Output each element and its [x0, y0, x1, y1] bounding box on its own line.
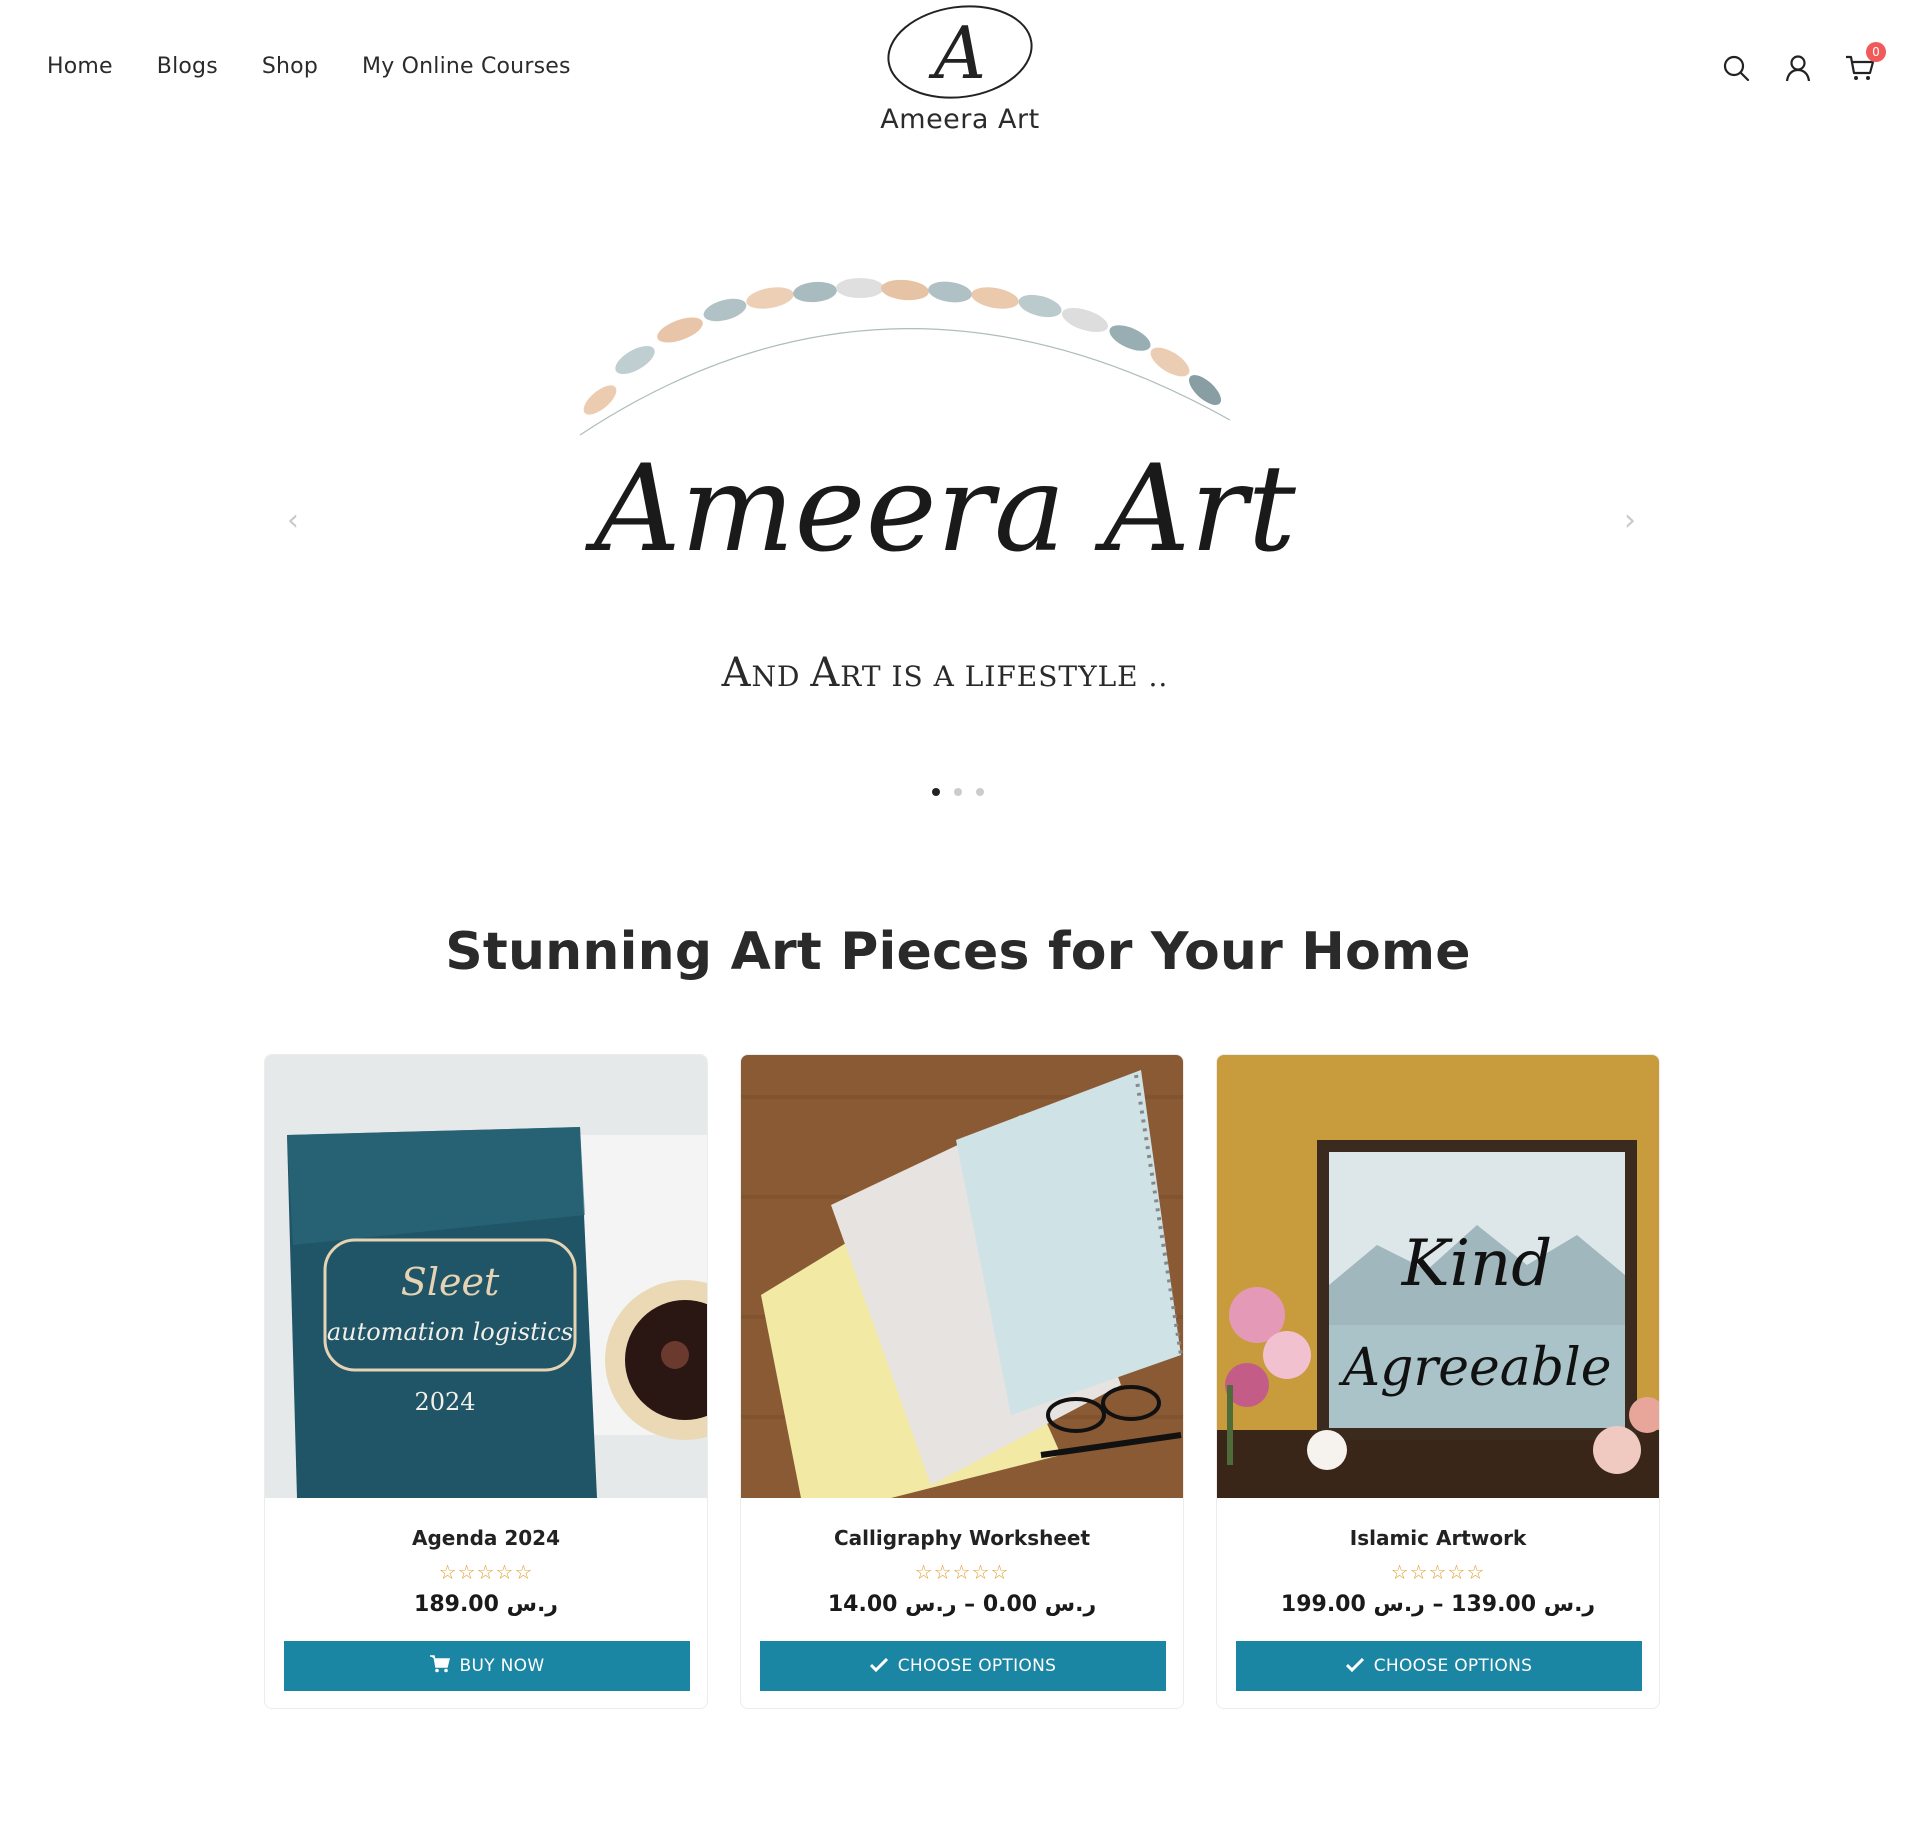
nav-shop[interactable]: Shop — [262, 54, 318, 79]
product-title[interactable]: Agenda 2024 — [265, 1526, 707, 1550]
nav-blogs[interactable]: Blogs — [157, 54, 218, 79]
product-card: Calligraphy Worksheet ☆☆☆☆☆ ر.س 0.00 – ر… — [740, 1054, 1184, 1709]
header-actions: 0 — [1720, 42, 1886, 84]
product-price: ر.س 189.00 — [414, 1592, 558, 1617]
svg-text:automation logistics: automation logistics — [327, 1318, 573, 1346]
hero-slider: ‹ › Ameera Art AND ART IS A LIFESTYLE .. — [0, 220, 1916, 820]
buy-now-button[interactable]: BUY NOW — [284, 1641, 690, 1691]
cart-count-badge: 0 — [1866, 42, 1886, 62]
nav-online-courses[interactable]: My Online Courses — [362, 54, 571, 79]
svg-text:Ameera Art: Ameera Art — [584, 440, 1297, 579]
choose-options-button[interactable]: CHOOSE OPTIONS — [1236, 1641, 1642, 1691]
product-image-agenda[interactable]: Sleet automation logistics 2024 — [265, 1055, 707, 1498]
slider-dot-2[interactable] — [954, 788, 962, 796]
user-icon[interactable] — [1782, 52, 1814, 84]
product-title[interactable]: Calligraphy Worksheet — [741, 1526, 1183, 1550]
slider-dots — [0, 788, 1916, 796]
check-icon — [869, 1656, 888, 1677]
logo-monogram-icon: A — [887, 5, 1033, 99]
hero-tagline: AND ART IS A LIFESTYLE .. — [721, 650, 1169, 696]
rating-stars: ☆☆☆☆☆ — [438, 1560, 534, 1584]
slider-prev-arrow[interactable]: ‹ — [275, 490, 311, 550]
choose-options-button[interactable]: CHOOSE OPTIONS — [760, 1641, 1166, 1691]
site-header: Home Blogs Shop My Online Courses A Amee… — [0, 0, 1916, 160]
floral-wreath-icon: Ameera Art — [579, 278, 1297, 579]
section-title: Stunning Art Pieces for Your Home — [445, 922, 1471, 982]
check-icon — [1345, 1656, 1364, 1677]
site-name: Ameera Art — [880, 104, 1040, 135]
hero-banner: Ameera Art AND ART IS A LIFESTYLE .. — [470, 250, 1420, 730]
svg-text:Kind: Kind — [1401, 1227, 1552, 1301]
rating-stars: ☆☆☆☆☆ — [1390, 1560, 1486, 1584]
slider-dot-1[interactable] — [932, 788, 940, 796]
site-logo[interactable]: A Ameera Art — [870, 0, 1050, 150]
product-title[interactable]: Islamic Artwork — [1217, 1526, 1659, 1550]
product-card: Sleet automation logistics 2024 Agenda 2… — [264, 1054, 708, 1709]
product-image-islamic-artwork[interactable]: Kind Agreeable — [1217, 1055, 1659, 1498]
product-price: ر.س 139.00 – ر.س 199.00 — [1280, 1592, 1596, 1617]
product-price: ر.س 0.00 – ر.س 14.00 — [827, 1592, 1097, 1617]
product-card: Kind Agreeable Islamic Artwork ☆☆☆☆☆ ر.س… — [1216, 1054, 1660, 1709]
product-grid: Sleet automation logistics 2024 Agenda 2… — [264, 1054, 1660, 1709]
rating-stars: ☆☆☆☆☆ — [914, 1560, 1010, 1584]
main-nav: Home Blogs Shop My Online Courses — [47, 54, 615, 79]
svg-text:Agreeable: Agreeable — [1339, 1338, 1612, 1398]
search-icon[interactable] — [1720, 52, 1752, 84]
svg-text:Sleet: Sleet — [401, 1260, 500, 1304]
nav-home[interactable]: Home — [47, 54, 113, 79]
cart-icon — [429, 1654, 450, 1678]
slider-next-arrow[interactable]: › — [1612, 490, 1648, 550]
svg-text:A: A — [928, 11, 986, 95]
svg-text:2024: 2024 — [414, 1388, 475, 1416]
cart-icon[interactable]: 0 — [1844, 42, 1886, 84]
slider-dot-3[interactable] — [976, 788, 984, 796]
product-image-worksheet[interactable] — [741, 1055, 1183, 1498]
